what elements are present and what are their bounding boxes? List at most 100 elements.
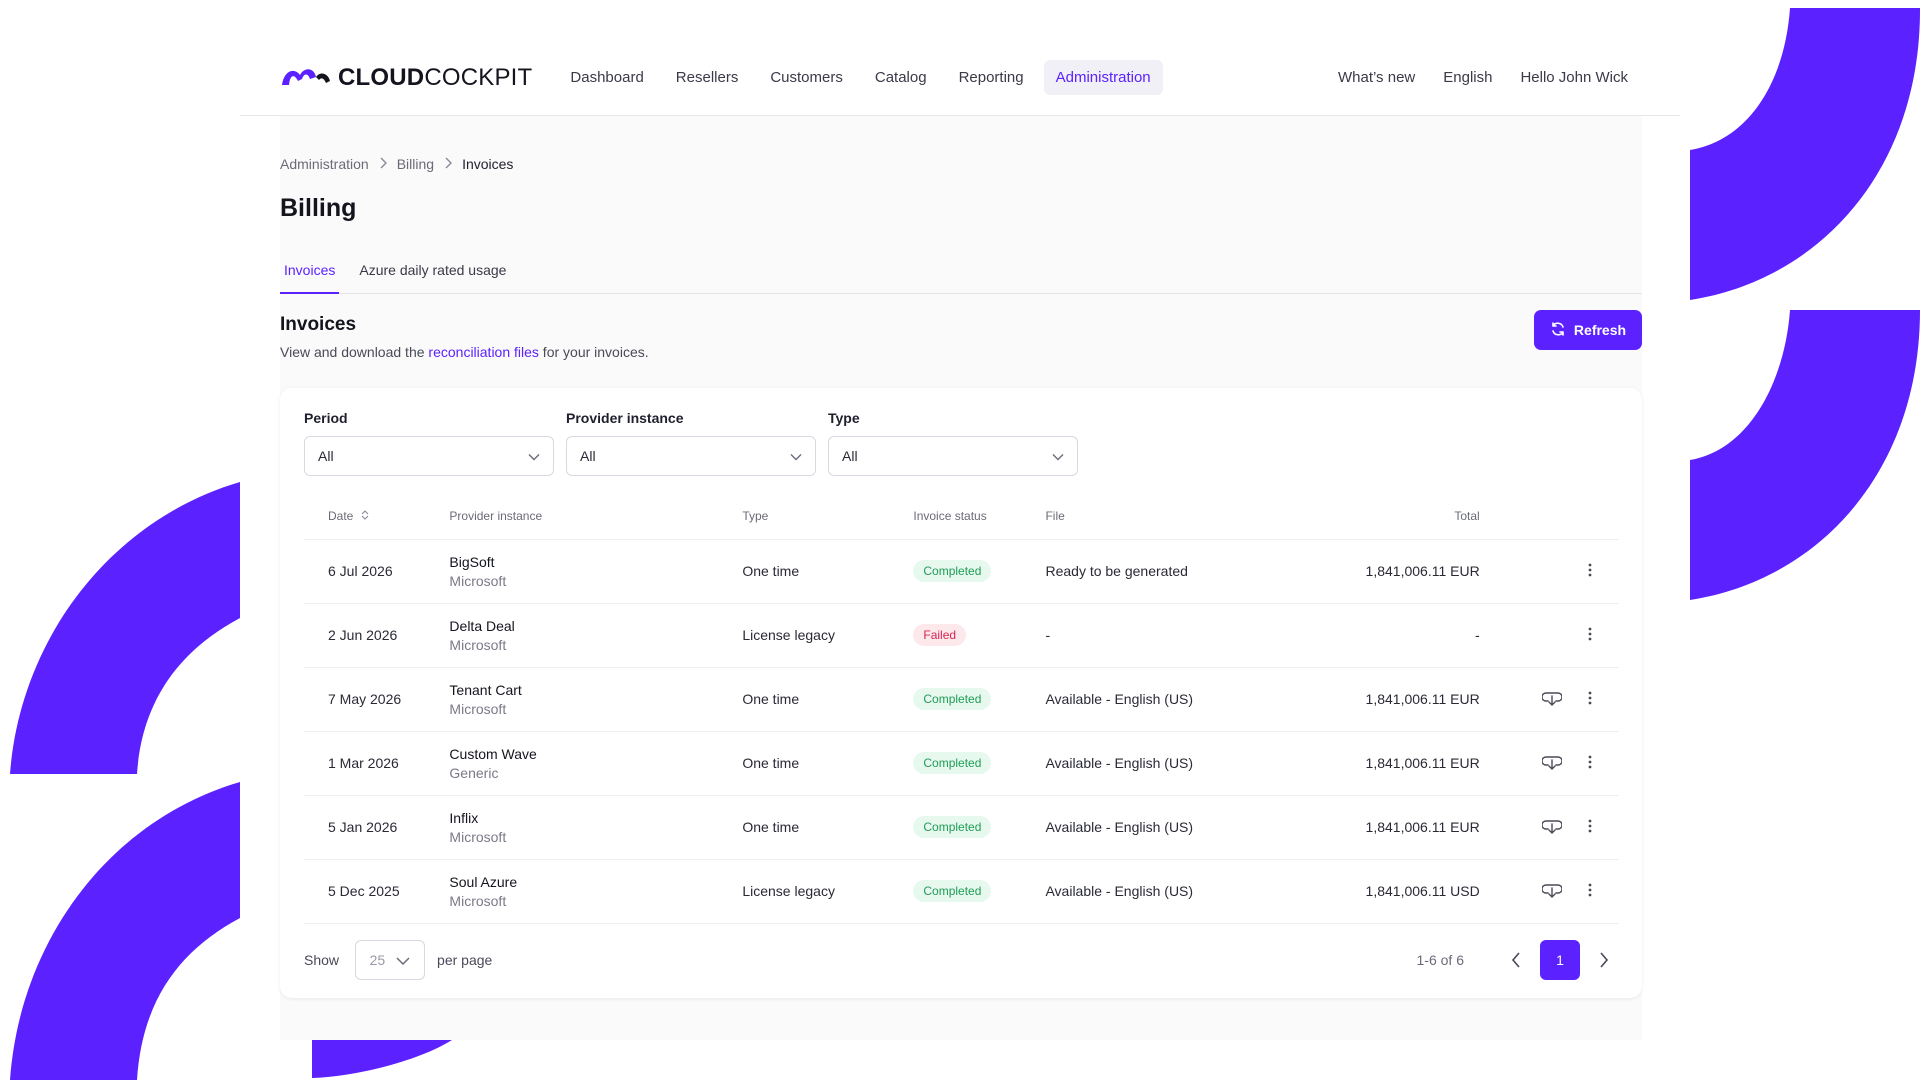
breadcrumb-administration[interactable]: Administration xyxy=(280,156,369,172)
next-page-button[interactable] xyxy=(1590,940,1618,980)
nav-resellers[interactable]: Resellers xyxy=(664,60,751,95)
cell-total: - xyxy=(1260,603,1480,668)
app-window: CLOUDCOCKPIT Dashboard Resellers Custome… xyxy=(240,0,1680,1040)
per-page-select[interactable]: 25 xyxy=(355,940,426,980)
cell-provider: Soul Azure Microsoft xyxy=(449,859,743,924)
cell-total: 1,841,006.11 EUR xyxy=(1260,731,1480,796)
table-row[interactable]: 1 Mar 2026 Custom Wave Generic One time … xyxy=(304,731,1618,796)
table-row[interactable]: 2 Jun 2026 Delta Deal Microsoft License … xyxy=(304,603,1618,668)
page-button-current[interactable]: 1 xyxy=(1540,940,1580,980)
more-vertical-icon[interactable] xyxy=(1588,755,1592,769)
more-vertical-icon[interactable] xyxy=(1588,819,1592,833)
column-header-actions xyxy=(1561,493,1618,540)
cell-status: Failed xyxy=(913,603,1046,668)
more-vertical-icon[interactable] xyxy=(1588,563,1592,577)
page-range: 1-6 of 6 xyxy=(1416,952,1464,968)
provider-name: Custom Wave xyxy=(449,745,537,762)
nav-administration[interactable]: Administration xyxy=(1043,60,1163,95)
type-select[interactable]: All xyxy=(828,436,1078,476)
nav-customers[interactable]: Customers xyxy=(758,60,855,95)
language-selector[interactable]: English xyxy=(1443,69,1492,86)
column-header-type: Type xyxy=(742,493,914,540)
status-badge: Failed xyxy=(913,624,967,646)
chevron-down-icon xyxy=(528,448,540,464)
previous-page-button[interactable] xyxy=(1502,940,1530,980)
provider-instance-select[interactable]: All xyxy=(566,436,816,476)
refresh-button[interactable]: Refresh xyxy=(1534,310,1642,350)
table-row[interactable]: 5 Jan 2026 Inflix Microsoft One time Com… xyxy=(304,795,1618,860)
filter-type: Type All xyxy=(828,410,1078,476)
tab-invoices[interactable]: Invoices xyxy=(280,248,340,294)
cell-provider: Tenant Cart Microsoft xyxy=(449,667,743,732)
cell-provider: Inflix Microsoft xyxy=(449,795,743,860)
breadcrumb-invoices: Invoices xyxy=(462,156,514,172)
cell-actions xyxy=(1561,603,1618,668)
page-title: Billing xyxy=(280,194,357,222)
table-row[interactable]: 7 May 2026 Tenant Cart Microsoft One tim… xyxy=(304,667,1618,732)
cell-download xyxy=(1479,795,1562,860)
desc-after: for your invoices. xyxy=(538,344,649,360)
status-badge: Completed xyxy=(913,880,992,902)
provider-vendor: Microsoft xyxy=(449,828,507,845)
column-header-date[interactable]: Date xyxy=(304,493,450,540)
cell-date: 1 Mar 2026 xyxy=(304,731,450,796)
column-header-status: Invoice status xyxy=(913,493,1046,540)
status-badge: Completed xyxy=(913,560,992,582)
cell-provider: Delta Deal Microsoft xyxy=(449,603,743,668)
cell-download xyxy=(1479,603,1562,668)
cell-actions xyxy=(1561,859,1618,924)
more-vertical-icon[interactable] xyxy=(1588,691,1592,705)
table-row[interactable]: 5 Dec 2025 Soul Azure Microsoft License … xyxy=(304,859,1618,924)
cell-status: Completed xyxy=(913,731,1046,796)
nav-dashboard[interactable]: Dashboard xyxy=(558,60,655,95)
select-value: All xyxy=(580,448,596,464)
filter-label: Period xyxy=(304,410,348,426)
nav-reporting[interactable]: Reporting xyxy=(947,60,1036,95)
refresh-label: Refresh xyxy=(1573,322,1627,338)
cell-file: Available - English (US) xyxy=(1045,795,1261,860)
provider-name: Tenant Cart xyxy=(449,681,522,698)
provider-vendor: Microsoft xyxy=(449,636,507,653)
whats-new-link[interactable]: What’s new xyxy=(1338,69,1415,86)
logo-text-light: COCKPIT xyxy=(424,63,533,91)
tab-bar: Invoices Azure daily rated usage xyxy=(280,248,1642,294)
cell-actions xyxy=(1561,731,1618,796)
reconciliation-files-link[interactable]: reconciliation files xyxy=(428,344,539,360)
cell-download xyxy=(1479,539,1562,604)
period-select[interactable]: All xyxy=(304,436,554,476)
chevron-right-icon xyxy=(444,157,453,172)
provider-vendor: Microsoft xyxy=(449,892,507,909)
cell-date: 7 May 2026 xyxy=(304,667,450,732)
table-row[interactable]: 6 Jul 2026 BigSoft Microsoft One time Co… xyxy=(304,539,1618,604)
provider-name: Soul Azure xyxy=(449,873,518,890)
more-vertical-icon[interactable] xyxy=(1588,627,1592,641)
cell-type: One time xyxy=(742,539,914,604)
logo[interactable]: CLOUDCOCKPIT xyxy=(280,63,532,92)
breadcrumb-billing[interactable]: Billing xyxy=(397,156,434,172)
select-value: All xyxy=(842,448,858,464)
cell-download xyxy=(1479,731,1562,796)
more-vertical-icon[interactable] xyxy=(1588,883,1592,897)
chevron-down-icon xyxy=(790,448,802,464)
column-header-provider: Provider instance xyxy=(449,493,743,540)
nav-right: What’s new English Hello John Wick xyxy=(1338,69,1628,86)
provider-vendor: Microsoft xyxy=(449,700,507,717)
cell-date: 2 Jun 2026 xyxy=(304,603,450,668)
header-label: Date xyxy=(328,508,354,523)
sort-icon xyxy=(361,509,369,523)
cell-file: - xyxy=(1045,603,1261,668)
nav-catalog[interactable]: Catalog xyxy=(863,60,939,95)
download-icon[interactable] xyxy=(1541,753,1562,771)
download-icon[interactable] xyxy=(1541,817,1562,835)
provider-name: Inflix xyxy=(449,809,479,826)
column-header-download xyxy=(1479,493,1562,540)
cell-total: 1,841,006.11 EUR xyxy=(1260,795,1480,860)
download-icon[interactable] xyxy=(1541,881,1562,899)
user-menu[interactable]: Hello John Wick xyxy=(1520,69,1628,86)
cell-type: One time xyxy=(742,731,914,796)
cell-download xyxy=(1479,859,1562,924)
tab-azure-daily-rated-usage[interactable]: Azure daily rated usage xyxy=(355,248,510,294)
download-icon[interactable] xyxy=(1541,689,1562,707)
section-description: View and download the reconciliation fil… xyxy=(280,344,649,360)
cell-total: 1,841,006.11 USD xyxy=(1260,859,1480,924)
